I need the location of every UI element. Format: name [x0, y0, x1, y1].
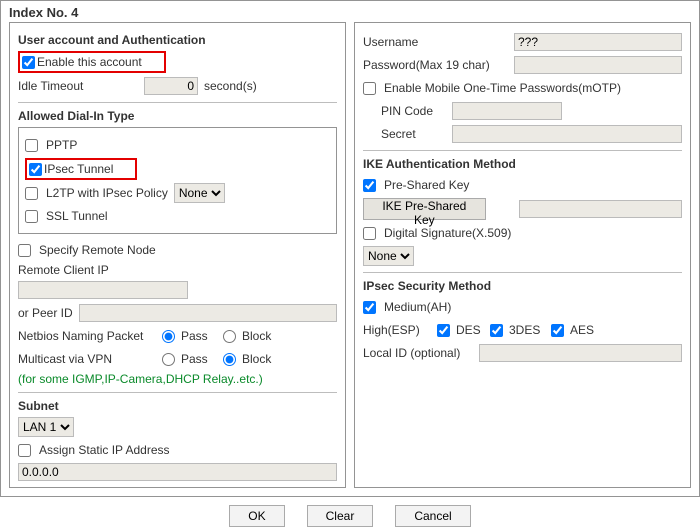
enable-account-label: Enable this account	[37, 55, 142, 69]
high-esp-label: High(ESP)	[363, 323, 433, 337]
assign-static-ip-checkbox[interactable]	[18, 444, 31, 457]
clear-button[interactable]: Clear	[307, 505, 374, 527]
multicast-pass-label: Pass	[181, 352, 219, 366]
divider	[363, 272, 682, 273]
remote-client-ip-label: Remote Client IP	[18, 263, 337, 277]
psk-label: Pre-Shared Key	[384, 178, 469, 192]
netbios-block-radio[interactable]	[223, 330, 236, 343]
pptp-checkbox[interactable]	[25, 139, 38, 152]
l2tp-checkbox[interactable]	[25, 187, 38, 200]
digital-sig-checkbox[interactable]	[363, 227, 376, 240]
ok-button[interactable]: OK	[229, 505, 284, 527]
ike-psk-button[interactable]: IKE Pre-Shared Key	[363, 198, 486, 220]
l2tp-policy-select[interactable]: None	[174, 183, 225, 203]
password-label: Password(Max 19 char)	[363, 58, 508, 72]
cancel-button[interactable]: Cancel	[395, 505, 470, 527]
enable-account-checkbox[interactable]	[22, 56, 35, 69]
divider	[363, 150, 682, 151]
digital-sig-select[interactable]: None	[363, 246, 414, 266]
ike-header: IKE Authentication Method	[363, 157, 682, 171]
pin-code-label: PIN Code	[381, 104, 446, 118]
tripledes-checkbox[interactable]	[490, 324, 503, 337]
des-checkbox[interactable]	[437, 324, 450, 337]
pin-code-input[interactable]	[452, 102, 562, 120]
psk-checkbox[interactable]	[363, 179, 376, 192]
password-input[interactable]	[514, 56, 682, 74]
subnet-select[interactable]: LAN 1	[18, 417, 74, 437]
peer-id-label: or Peer ID	[18, 306, 73, 320]
username-input[interactable]	[514, 33, 682, 51]
page-title: Index No. 4	[9, 5, 691, 20]
peer-id-input[interactable]	[79, 304, 337, 322]
medium-ah-checkbox[interactable]	[363, 301, 376, 314]
subnet-header: Subnet	[18, 399, 337, 413]
divider	[18, 392, 337, 393]
medium-ah-label: Medium(AH)	[384, 300, 451, 314]
netbios-block-label: Block	[242, 329, 271, 343]
static-ip-input[interactable]	[18, 463, 337, 481]
button-row: OK Clear Cancel	[0, 505, 700, 527]
idle-timeout-unit: second(s)	[204, 79, 257, 93]
motp-label: Enable Mobile One-Time Passwords(mOTP)	[384, 81, 621, 95]
netbios-pass-radio[interactable]	[162, 330, 175, 343]
allowed-dialin-group: PPTP IPsec Tunnel L2TP with IPsec Policy…	[18, 127, 337, 234]
idle-timeout-label: Idle Timeout	[18, 79, 138, 93]
netbios-label: Netbios Naming Packet	[18, 329, 158, 343]
right-panel: Username Password(Max 19 char) Enable Mo…	[354, 22, 691, 488]
specify-remote-node-label: Specify Remote Node	[39, 243, 156, 257]
multicast-block-label: Block	[242, 352, 271, 366]
l2tp-label: L2TP with IPsec Policy	[46, 186, 168, 200]
secret-label: Secret	[381, 127, 446, 141]
local-id-input[interactable]	[479, 344, 682, 362]
multicast-pass-radio[interactable]	[162, 353, 175, 366]
dialog: Index No. 4 User account and Authenticat…	[0, 0, 700, 497]
local-id-label: Local ID (optional)	[363, 346, 473, 360]
highlight-ipsec-tunnel: IPsec Tunnel	[25, 158, 137, 180]
remote-client-ip-input[interactable]	[18, 281, 188, 299]
digital-sig-label: Digital Signature(X.509)	[384, 226, 511, 240]
ipsec-security-header: IPsec Security Method	[363, 279, 682, 293]
pptp-label: PPTP	[46, 138, 77, 152]
user-auth-header: User account and Authentication	[18, 33, 337, 47]
netbios-pass-label: Pass	[181, 329, 219, 343]
secret-input[interactable]	[452, 125, 682, 143]
left-panel: User account and Authentication Enable t…	[9, 22, 346, 488]
multicast-label: Multicast via VPN	[18, 352, 158, 366]
username-label: Username	[363, 35, 508, 49]
specify-remote-node-checkbox[interactable]	[18, 244, 31, 257]
aes-label: AES	[570, 323, 594, 337]
multicast-note: (for some IGMP,IP-Camera,DHCP Relay..etc…	[18, 372, 337, 386]
ssl-tunnel-checkbox[interactable]	[25, 210, 38, 223]
ipsec-tunnel-checkbox[interactable]	[29, 163, 42, 176]
highlight-enable-account: Enable this account	[18, 51, 166, 73]
ike-psk-input[interactable]	[519, 200, 682, 218]
multicast-block-radio[interactable]	[223, 353, 236, 366]
ssl-tunnel-label: SSL Tunnel	[46, 209, 108, 223]
aes-checkbox[interactable]	[551, 324, 564, 337]
motp-checkbox[interactable]	[363, 82, 376, 95]
ipsec-tunnel-label: IPsec Tunnel	[44, 162, 113, 176]
assign-static-ip-label: Assign Static IP Address	[39, 443, 170, 457]
idle-timeout-input[interactable]	[144, 77, 198, 95]
des-label: DES	[456, 323, 486, 337]
tripledes-label: 3DES	[509, 323, 547, 337]
divider	[18, 102, 337, 103]
allowed-dialin-header: Allowed Dial-In Type	[18, 109, 337, 123]
